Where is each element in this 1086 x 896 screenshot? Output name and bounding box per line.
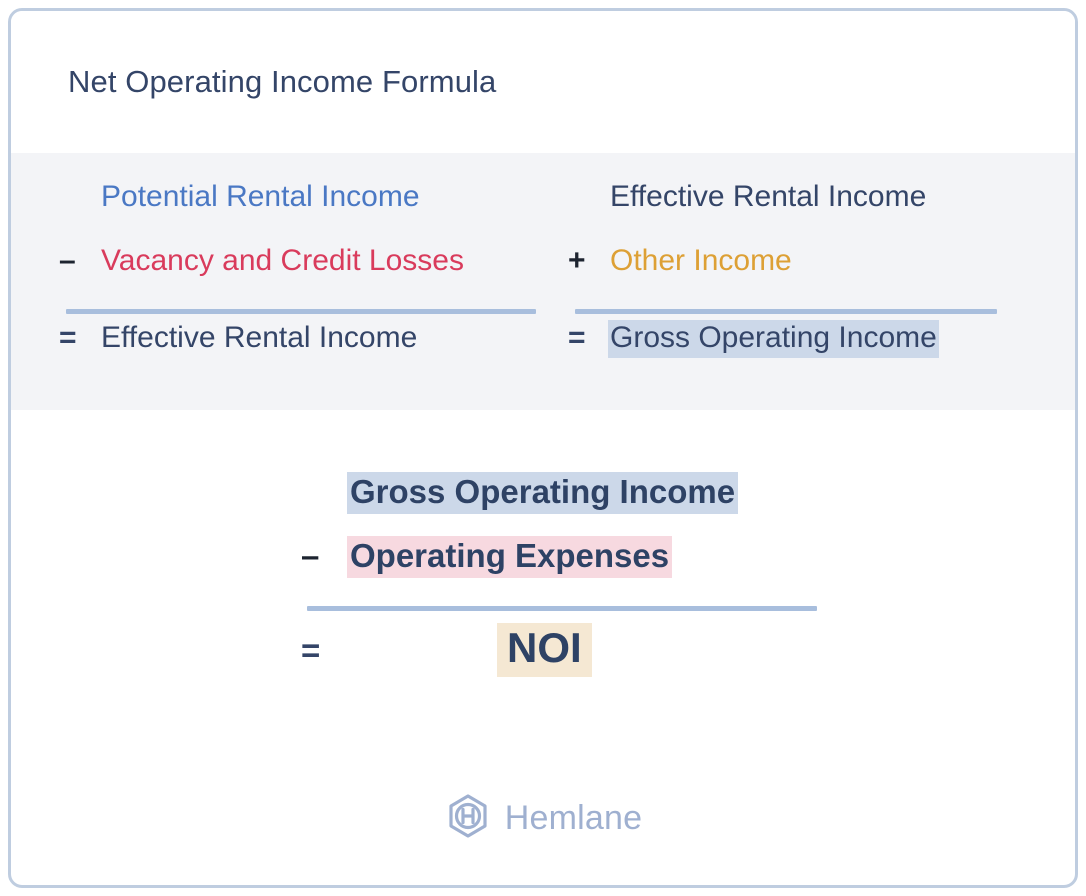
term-effective-rental-income-result: Effective Rental Income bbox=[101, 321, 418, 354]
formula-row: – Operating Expenses bbox=[301, 536, 821, 600]
formula-row: + Other Income bbox=[568, 243, 1075, 307]
minus-operator: – bbox=[301, 537, 320, 574]
term-effective-rental-income: Effective Rental Income bbox=[610, 180, 927, 213]
noi-formula: Gross Operating Income – Operating Expen… bbox=[11, 410, 1075, 740]
noi-formula-rows: Gross Operating Income – Operating Expen… bbox=[301, 472, 821, 687]
equals-operator: = bbox=[59, 321, 77, 354]
formula-divider-rule bbox=[575, 309, 997, 314]
term-vacancy-and-credit-losses: Vacancy and Credit Losses bbox=[101, 244, 464, 277]
plus-operator: + bbox=[568, 244, 586, 277]
effective-rental-income-formula: Potential Rental Income – Vacancy and Cr… bbox=[11, 179, 568, 410]
minus-operator: – bbox=[59, 244, 76, 277]
term-operating-expenses: Operating Expenses bbox=[347, 536, 673, 578]
term-other-income: Other Income bbox=[610, 244, 792, 277]
brand-name: Hemlane bbox=[504, 799, 643, 837]
formula-row: – Vacancy and Credit Losses bbox=[59, 243, 568, 307]
page-title: Net Operating Income Formula bbox=[68, 64, 497, 99]
formula-row: Effective Rental Income bbox=[568, 179, 1075, 243]
formula-row: = Gross Operating Income bbox=[568, 320, 1075, 384]
formula-divider-rule bbox=[66, 309, 536, 314]
formula-row: Gross Operating Income bbox=[301, 472, 821, 536]
noi-infographic-card: Net Operating Income Formula Potential R… bbox=[8, 8, 1078, 888]
formula-divider-rule bbox=[307, 606, 817, 611]
formula-row: Potential Rental Income bbox=[59, 179, 568, 243]
hemlane-hexagon-h-logo-icon bbox=[444, 792, 492, 845]
term-gross-operating-income-result: Gross Operating Income bbox=[608, 320, 939, 358]
term-noi-result: NOI bbox=[497, 623, 592, 677]
footer-brand: Hemlane bbox=[11, 792, 1075, 845]
formula-row: = NOI bbox=[301, 623, 821, 687]
intermediate-formulas-band: Potential Rental Income – Vacancy and Cr… bbox=[11, 153, 1075, 410]
term-potential-rental-income: Potential Rental Income bbox=[101, 180, 420, 213]
equals-operator: = bbox=[301, 632, 321, 669]
card-header: Net Operating Income Formula bbox=[11, 11, 1075, 153]
gross-operating-income-formula: Effective Rental Income + Other Income =… bbox=[568, 179, 1075, 410]
equals-operator: = bbox=[568, 321, 586, 354]
formula-row: = Effective Rental Income bbox=[59, 320, 568, 384]
term-gross-operating-income: Gross Operating Income bbox=[347, 472, 739, 514]
